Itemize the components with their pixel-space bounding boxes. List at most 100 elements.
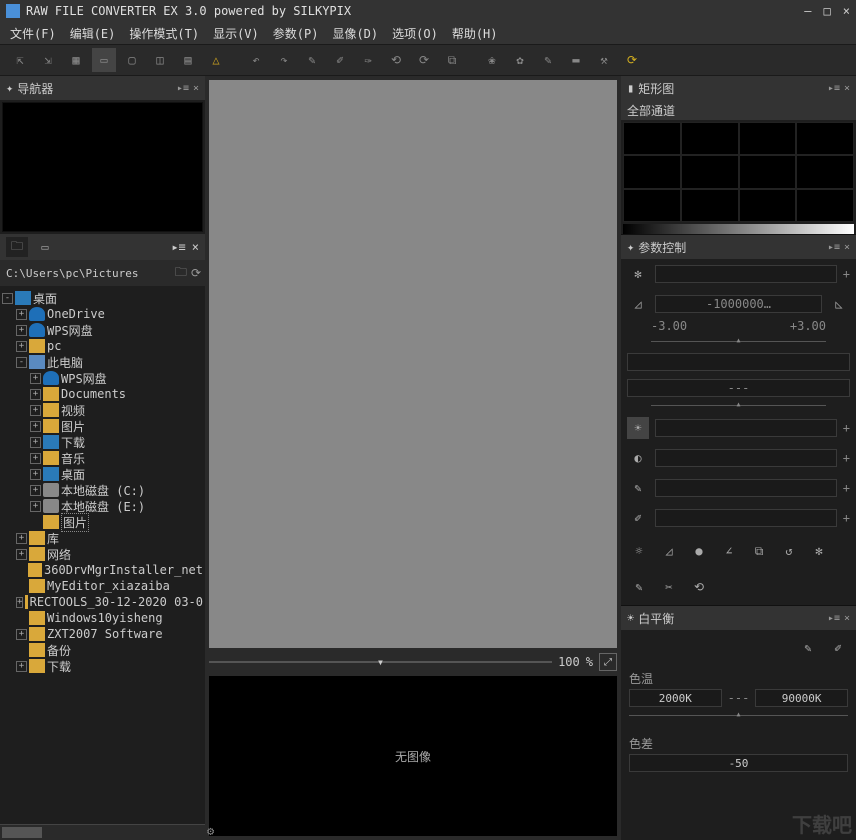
expand-icon[interactable]: + (16, 309, 27, 320)
expand-icon[interactable]: + (16, 341, 27, 352)
tree-item[interactable]: +RECTOOLS_30-12-2020 03-0 (2, 594, 203, 610)
exposure-value[interactable]: -1000000… (655, 295, 822, 313)
tree-item[interactable]: +WPS网盘 (2, 322, 203, 338)
view-single-icon[interactable]: ▭ (92, 48, 116, 72)
tool-export-icon[interactable]: ⇱ (8, 48, 32, 72)
folder-tab-icon[interactable]: 🗀 (6, 237, 28, 257)
expand-icon[interactable]: + (16, 629, 27, 640)
tree-item[interactable]: +下载 (2, 658, 203, 674)
reset-icon[interactable]: ↺ (777, 539, 801, 563)
settings2-icon[interactable]: ✿ (508, 48, 532, 72)
crop2-icon[interactable]: ⧉ (747, 539, 771, 563)
expand-icon[interactable]: + (30, 373, 41, 384)
expand-icon[interactable]: + (16, 597, 23, 608)
tree-item[interactable]: Windows10yisheng (2, 610, 203, 626)
param-slider-3[interactable]: ▴ (651, 401, 826, 413)
refresh-folder-icon[interactable]: ⟳ (191, 266, 201, 280)
panel-menu-icon[interactable]: ▸≡ (171, 240, 185, 254)
panel-close-icon[interactable]: × (192, 240, 199, 254)
menu-view[interactable]: 显示(V) (209, 23, 263, 44)
list-tab-icon[interactable]: ▭ (34, 237, 56, 257)
expand-icon[interactable]: + (16, 661, 27, 672)
view-split-icon[interactable]: ◫ (148, 48, 172, 72)
expand-icon[interactable]: + (30, 421, 41, 432)
panel-menu-icon[interactable]: ▸≡ (828, 242, 840, 253)
menu-help[interactable]: 帮助(H) (448, 23, 502, 44)
angle-icon[interactable]: ∠ (717, 539, 741, 563)
view-quad-icon[interactable]: ▤ (176, 48, 200, 72)
panel-close-icon[interactable]: × (844, 613, 850, 624)
crop-icon[interactable]: ⧉ (440, 48, 464, 72)
link-icon[interactable]: ⟲ (687, 575, 711, 599)
wb-temp-slider[interactable]: ▴ (629, 711, 848, 723)
contrast-icon[interactable]: ◐ (627, 447, 649, 469)
tree-item[interactable]: +ZXT2007 Software (2, 626, 203, 642)
menu-file[interactable]: 文件(F) (6, 23, 60, 44)
add-icon[interactable]: + (843, 511, 850, 525)
tree-item[interactable]: +本地磁盘 (E:) (2, 498, 203, 514)
expand-icon[interactable]: + (16, 325, 27, 336)
tree-item[interactable]: +库 (2, 530, 203, 546)
hammer-icon[interactable]: ⚒ (592, 48, 616, 72)
menu-options[interactable]: 选项(O) (388, 23, 442, 44)
brush2-icon[interactable]: ✐ (328, 48, 352, 72)
gear-icon[interactable]: ✻ (627, 263, 649, 285)
tree-item[interactable]: +pc (2, 338, 203, 354)
expand-icon[interactable]: + (30, 501, 41, 512)
minimize-button[interactable]: — (804, 4, 811, 18)
folder-tree[interactable]: -桌面+OneDrive+WPS网盘+pc-此电脑+WPS网盘+Document… (0, 286, 205, 824)
saturation-slot[interactable] (655, 479, 837, 497)
sphere-icon[interactable]: ● (687, 539, 711, 563)
tree-item[interactable]: +音乐 (2, 450, 203, 466)
wb-temp-min[interactable]: 2000K (629, 689, 722, 707)
brush3-icon[interactable]: ✑ (356, 48, 380, 72)
tree-item[interactable]: +WPS网盘 (2, 370, 203, 386)
preset-dropdown[interactable] (655, 265, 837, 283)
brightness-slot[interactable] (655, 419, 837, 437)
wb-tint-min[interactable]: -50 (629, 754, 848, 772)
levels-icon[interactable]: ◿ (657, 539, 681, 563)
menu-params[interactable]: 参数(P) (269, 23, 323, 44)
expand-icon[interactable]: + (30, 437, 41, 448)
exposure-slider[interactable]: ▴ (651, 337, 826, 349)
panel-menu-icon[interactable]: ▸≡ (828, 613, 840, 624)
rotate-right-icon[interactable]: ⟳ (412, 48, 436, 72)
tree-item[interactable]: 备份 (2, 642, 203, 658)
expand-icon[interactable]: + (30, 453, 41, 464)
expand-icon[interactable]: + (30, 469, 41, 480)
scissors-icon[interactable]: ✂ (657, 575, 681, 599)
panel-close-icon[interactable]: × (844, 242, 850, 253)
undo-icon[interactable]: ↶ (244, 48, 268, 72)
open-folder-icon[interactable]: 🗀 (175, 263, 187, 284)
rotate-left-icon[interactable]: ⟲ (384, 48, 408, 72)
tree-item[interactable]: 360DrvMgrInstaller_net (2, 562, 203, 578)
add-icon[interactable]: + (843, 421, 850, 435)
expand-icon[interactable]: - (2, 293, 13, 304)
image-canvas[interactable] (209, 80, 617, 648)
navigator-view[interactable] (2, 102, 203, 232)
warning-icon[interactable]: △ (204, 48, 228, 72)
tree-item[interactable]: +Documents (2, 386, 203, 402)
brush4-icon[interactable]: ✎ (536, 48, 560, 72)
channels-label[interactable]: 全部通道 (621, 100, 856, 120)
expand-icon[interactable]: + (30, 485, 41, 496)
exposure-reset-icon[interactable]: ◺ (828, 293, 850, 315)
contrast-slot[interactable] (655, 449, 837, 467)
wb-temp-max[interactable]: 90000K (755, 689, 848, 707)
tree-item[interactable]: 图片 (2, 514, 203, 530)
brightness-icon[interactable]: ☀ (627, 417, 649, 439)
expand-icon[interactable]: + (16, 533, 27, 544)
panel-close-icon[interactable]: × (844, 83, 850, 94)
tree-item[interactable]: +下载 (2, 434, 203, 450)
menu-edit[interactable]: 编辑(E) (66, 23, 120, 44)
add-preset-icon[interactable]: + (843, 267, 850, 281)
tree-item[interactable]: +视频 (2, 402, 203, 418)
menu-develop[interactable]: 显像(D) (328, 23, 382, 44)
maximize-button[interactable]: □ (824, 4, 831, 18)
panel-menu-icon[interactable]: ▸≡ (177, 83, 189, 94)
tree-item[interactable]: +OneDrive (2, 306, 203, 322)
brush-tool-icon[interactable]: ✎ (627, 575, 651, 599)
expand-icon[interactable]: + (30, 405, 41, 416)
exposure-icon[interactable]: ◿ (627, 293, 649, 315)
view-empty-icon[interactable]: ▢ (120, 48, 144, 72)
